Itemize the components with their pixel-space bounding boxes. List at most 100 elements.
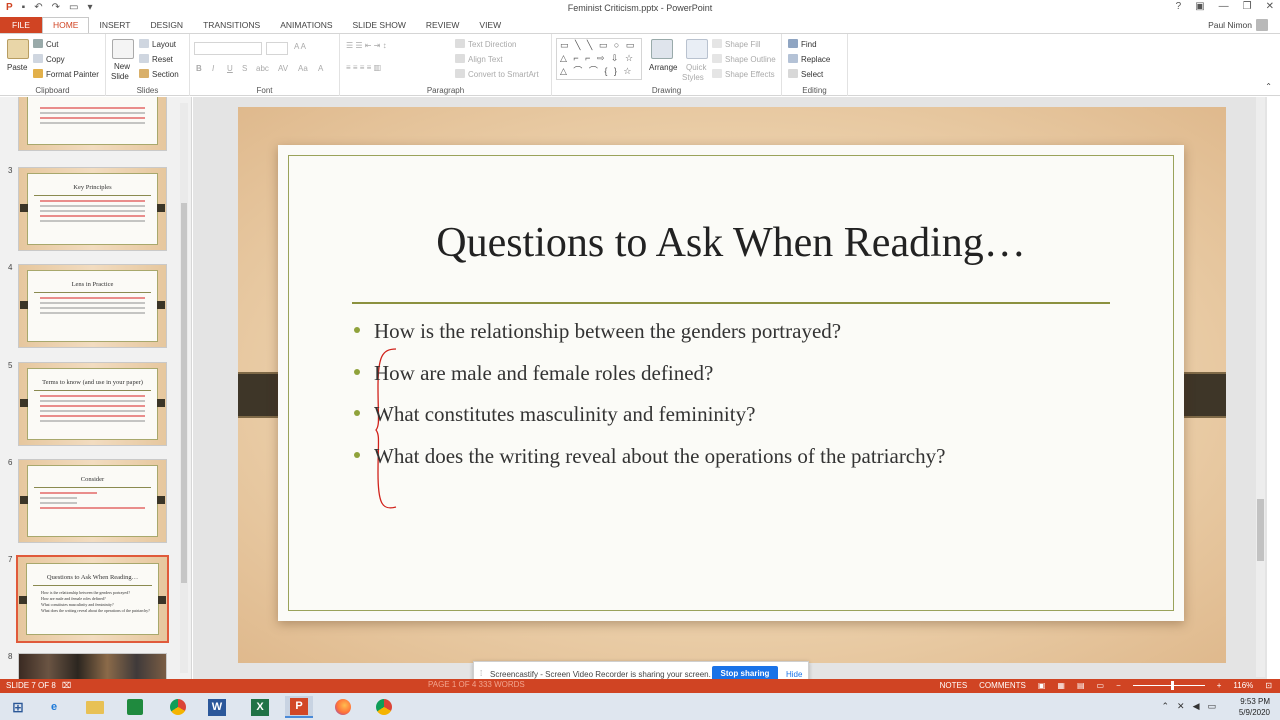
zoom-slider-knob[interactable] bbox=[1170, 681, 1174, 690]
select-button[interactable]: Select bbox=[788, 69, 823, 79]
shadow-icon[interactable]: S bbox=[242, 64, 247, 73]
file-explorer-icon[interactable] bbox=[81, 696, 109, 718]
slide-bullets[interactable]: How is the relationship between the gend… bbox=[353, 319, 945, 485]
firefox-icon[interactable] bbox=[329, 696, 357, 718]
minimize-icon[interactable]: — bbox=[1219, 1, 1229, 12]
chrome-icon[interactable] bbox=[164, 696, 192, 718]
font-color-icon[interactable]: A bbox=[318, 64, 323, 73]
drag-handle-icon[interactable]: ⁞ bbox=[480, 669, 482, 678]
new-slide-label[interactable]: New bbox=[114, 62, 130, 71]
network-icon[interactable]: ✕ bbox=[1177, 701, 1185, 712]
store-app-icon[interactable] bbox=[121, 696, 149, 718]
find-button[interactable]: Find bbox=[788, 39, 817, 49]
shape-fill-button[interactable]: Shape Fill bbox=[712, 39, 761, 49]
slide-thumbnail-5[interactable]: Terms to know (and use in your paper) bbox=[18, 362, 167, 446]
notification-icon[interactable]: ▭ bbox=[1207, 701, 1216, 712]
scrollbar-thumb[interactable] bbox=[1257, 499, 1264, 561]
volume-icon[interactable]: ◀ bbox=[1193, 701, 1200, 712]
tab-home[interactable]: HOME bbox=[41, 17, 90, 33]
spacing-icon[interactable]: AV bbox=[278, 64, 288, 73]
zoom-in-icon[interactable]: + bbox=[1217, 681, 1222, 690]
thumbnails-scrollbar[interactable] bbox=[180, 103, 188, 673]
arrange-icon[interactable] bbox=[651, 39, 673, 59]
text-direction-button[interactable]: Text Direction bbox=[455, 39, 516, 49]
slide-thumbnail-3[interactable]: Key Principles bbox=[18, 167, 167, 251]
powerpoint-taskbar-icon[interactable]: P bbox=[285, 696, 313, 718]
align-icons[interactable]: ≡ ≡ ≡ ≡ ▥ bbox=[346, 63, 381, 72]
chrome-icon-2[interactable] bbox=[370, 696, 398, 718]
section-button[interactable]: Section bbox=[139, 69, 179, 79]
tab-insert[interactable]: INSERT bbox=[89, 17, 140, 33]
change-case-icon[interactable]: Aa bbox=[298, 64, 308, 73]
font-name-box[interactable] bbox=[194, 42, 262, 55]
clock[interactable]: 9:53 PM 5/9/2020 bbox=[1239, 696, 1270, 718]
help-icon[interactable]: ? bbox=[1176, 1, 1182, 12]
zoom-slider[interactable] bbox=[1132, 681, 1205, 690]
hide-button[interactable]: Hide bbox=[786, 670, 802, 679]
tab-view[interactable]: VIEW bbox=[469, 17, 511, 33]
strikethrough-icon[interactable]: abc bbox=[256, 64, 269, 73]
excel-icon[interactable]: X bbox=[246, 696, 274, 718]
fit-slide-icon[interactable]: ⊡ bbox=[1265, 681, 1272, 690]
grow-font-icon[interactable]: A A bbox=[294, 42, 306, 51]
spelling-icon[interactable]: ⌧ bbox=[62, 681, 71, 690]
restore-icon[interactable]: ❐ bbox=[1243, 1, 1252, 12]
reading-view-icon[interactable]: ▤ bbox=[1077, 681, 1085, 690]
slide-thumbnail-7[interactable]: Questions to Ask When Reading… How is th… bbox=[16, 555, 169, 643]
copy-button[interactable]: Copy bbox=[33, 54, 65, 64]
tab-design[interactable]: DESIGN bbox=[140, 17, 193, 33]
shape-outline-button[interactable]: Shape Outline bbox=[712, 54, 776, 64]
arrange-button[interactable]: Arrange bbox=[649, 63, 677, 72]
convert-smartart-button[interactable]: Convert to SmartArt bbox=[455, 69, 539, 79]
slide-thumbnail-2[interactable] bbox=[18, 97, 167, 151]
reset-button[interactable]: Reset bbox=[139, 54, 173, 64]
tray-chevron-icon[interactable]: ⌃ bbox=[1161, 701, 1169, 712]
paste-icon[interactable] bbox=[7, 39, 29, 59]
normal-view-icon[interactable]: ▣ bbox=[1038, 681, 1046, 690]
notes-button[interactable]: NOTES bbox=[940, 681, 968, 690]
slide-thumbnail-6[interactable]: Consider bbox=[18, 459, 167, 543]
font-size-box[interactable] bbox=[266, 42, 288, 55]
italic-icon[interactable]: I bbox=[212, 64, 214, 73]
format-painter-button[interactable]: Format Painter bbox=[33, 69, 99, 79]
comments-button[interactable]: COMMENTS bbox=[979, 681, 1026, 690]
slide-sorter-icon[interactable]: ▦ bbox=[1057, 681, 1065, 690]
tab-animations[interactable]: ANIMATIONS bbox=[270, 17, 342, 33]
thumbnail-text-line bbox=[40, 400, 145, 402]
underline-icon[interactable]: U bbox=[227, 64, 233, 73]
start-icon[interactable]: ⊞ bbox=[4, 696, 32, 718]
close-icon[interactable]: ✕ bbox=[1266, 1, 1274, 12]
paste-button[interactable]: Paste bbox=[7, 63, 27, 72]
quick-styles-icon[interactable] bbox=[686, 39, 708, 59]
bullets-icon[interactable]: ☰ ☰ ⇤ ⇥ ↕ bbox=[346, 41, 387, 50]
tab-transitions[interactable]: TRANSITIONS bbox=[193, 17, 270, 33]
tab-slide-show[interactable]: SLIDE SHOW bbox=[343, 17, 416, 33]
slide-canvas[interactable]: Questions to Ask When Reading… How is th… bbox=[238, 107, 1226, 663]
ribbon-display-icon[interactable]: ▣ bbox=[1195, 1, 1204, 12]
zoom-level[interactable]: 116% bbox=[1233, 681, 1253, 690]
slide-title[interactable]: Questions to Ask When Reading… bbox=[278, 219, 1184, 267]
editor-scrollbar[interactable] bbox=[1256, 97, 1265, 677]
slideshow-icon[interactable]: ▭ bbox=[1097, 681, 1105, 690]
new-slide-label2[interactable]: Slide bbox=[111, 72, 129, 81]
word-icon[interactable]: W bbox=[203, 696, 231, 718]
user-account[interactable]: Paul Nimon bbox=[1208, 19, 1268, 31]
align-text-button[interactable]: Align Text bbox=[455, 54, 503, 64]
bold-icon[interactable]: B bbox=[196, 64, 202, 73]
zoom-out-icon[interactable]: − bbox=[1116, 681, 1121, 690]
slide-thumbnail-4[interactable]: Lens in Practice bbox=[18, 264, 167, 348]
cut-button[interactable]: Cut bbox=[33, 39, 58, 49]
shape-effects-button[interactable]: Shape Effects bbox=[712, 69, 775, 79]
shapes-gallery[interactable]: ▭ ╲ ╲ ▭ ○ ▭ △ ⌐ ⌐ ⇨ ⇩ ☆ △ ⌒ ⌒ { } ☆ bbox=[556, 38, 642, 80]
layout-button[interactable]: Layout bbox=[139, 39, 176, 49]
slide-thumbnail-8[interactable] bbox=[18, 653, 167, 679]
tab-review[interactable]: REVIEW bbox=[416, 17, 470, 33]
collapse-ribbon-icon[interactable]: ⌃ bbox=[1265, 82, 1272, 91]
new-slide-icon[interactable] bbox=[112, 39, 134, 59]
edge-icon[interactable]: e bbox=[40, 696, 68, 718]
replace-button[interactable]: Replace bbox=[788, 54, 830, 64]
scrollbar-thumb[interactable] bbox=[181, 203, 187, 583]
quick-styles-label[interactable]: Quick bbox=[686, 63, 706, 72]
quick-styles-label2[interactable]: Styles bbox=[682, 73, 704, 82]
tab-file[interactable]: FILE bbox=[0, 17, 42, 33]
